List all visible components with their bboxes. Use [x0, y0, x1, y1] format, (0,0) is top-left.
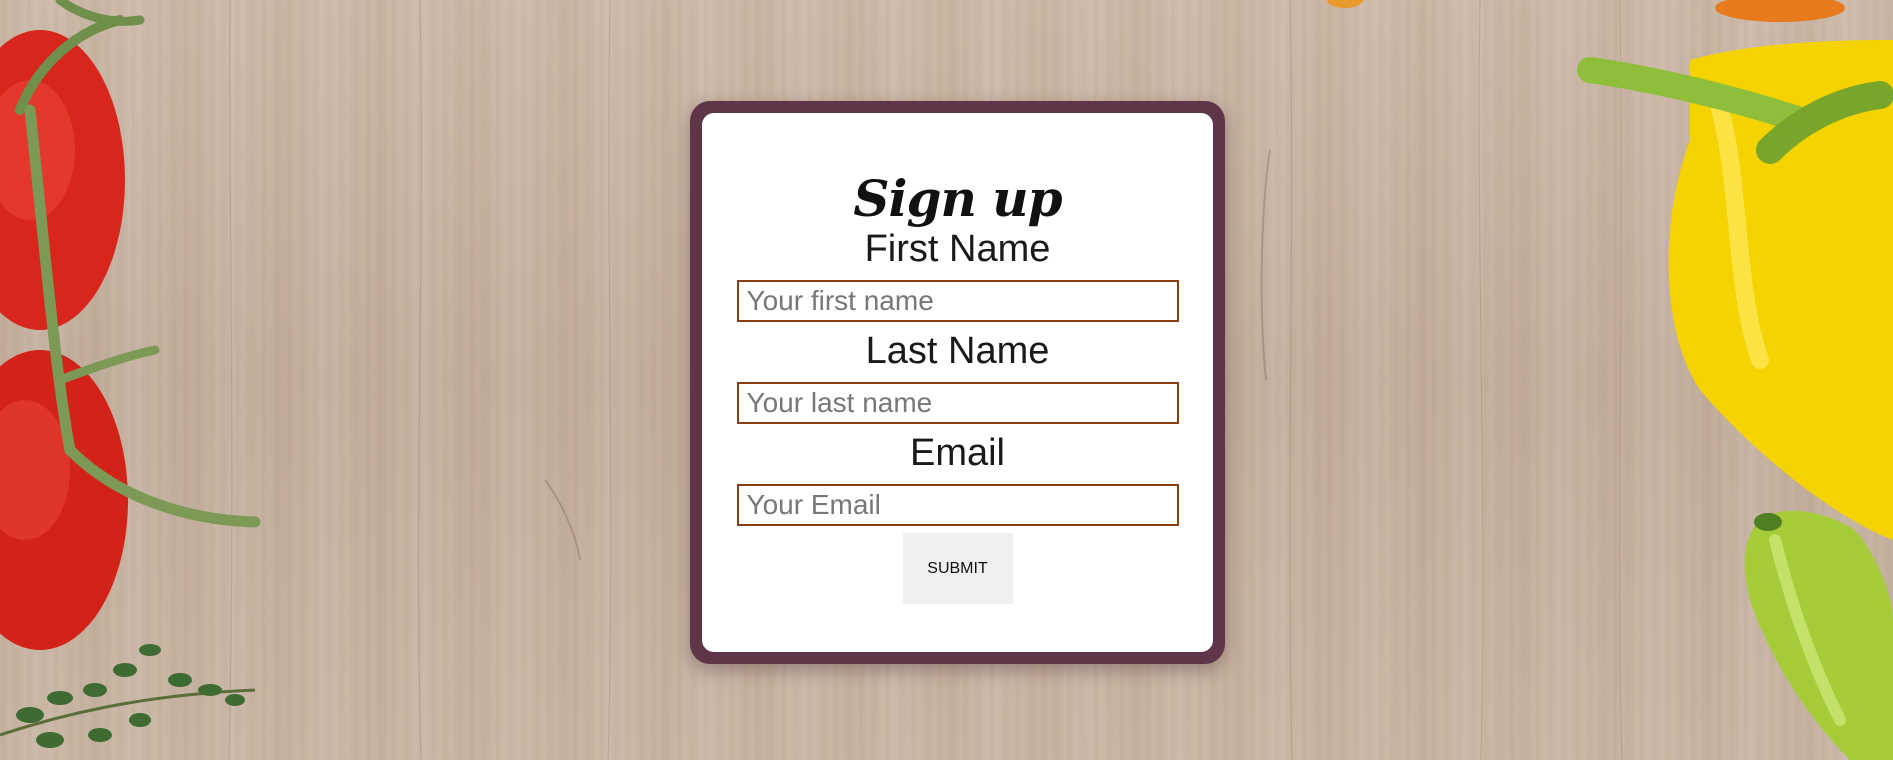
yellow-pepper-decor	[1327, 0, 1893, 540]
signup-card: Sign up First Name Last Name Email SUBMI…	[690, 101, 1225, 664]
first-name-input[interactable]	[736, 280, 1179, 322]
signup-form: Sign up First Name Last Name Email SUBMI…	[702, 113, 1213, 652]
tomato-vine-decor	[0, 0, 261, 650]
email-input[interactable]	[736, 484, 1179, 526]
last-name-input[interactable]	[736, 382, 1179, 424]
submit-button[interactable]: SUBMIT	[902, 533, 1013, 604]
thyme-sprig-decor	[0, 644, 256, 748]
last-name-label: Last Name	[865, 330, 1050, 372]
form-title: Sign up	[853, 169, 1062, 228]
email-label: Email	[909, 432, 1006, 474]
green-pepper-decor	[1744, 510, 1893, 760]
first-name-label: First Name	[864, 228, 1051, 270]
